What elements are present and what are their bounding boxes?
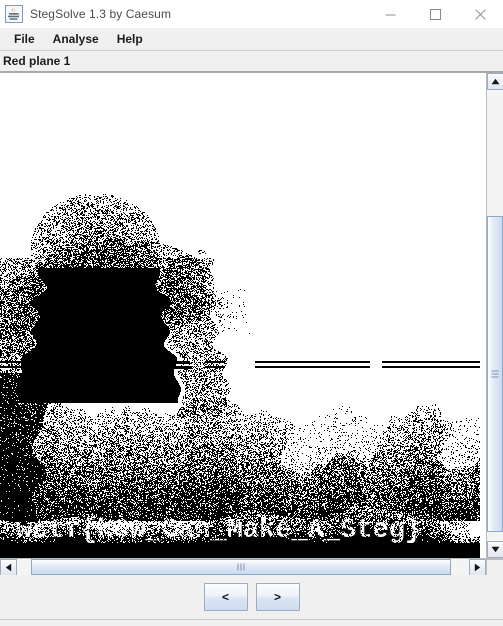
status-strip bbox=[0, 620, 503, 626]
triangle-left-icon bbox=[5, 563, 12, 572]
menu-analyse[interactable]: Analyse bbox=[44, 30, 108, 49]
minimize-button[interactable] bbox=[368, 0, 413, 28]
triangle-down-icon bbox=[491, 546, 500, 553]
bitplane-image bbox=[0, 73, 480, 558]
scrollbar-corner bbox=[486, 559, 503, 575]
vertical-scroll-track[interactable] bbox=[487, 90, 503, 541]
scroll-right-button[interactable] bbox=[469, 559, 486, 575]
horizontal-scrollbar[interactable] bbox=[0, 558, 503, 575]
menu-file[interactable]: File bbox=[5, 30, 44, 49]
plane-label-bar: Red plane 1 bbox=[0, 51, 503, 72]
window-title: StegSolve 1.3 by Caesum bbox=[30, 7, 172, 21]
menu-help[interactable]: Help bbox=[108, 30, 152, 49]
triangle-up-icon bbox=[491, 78, 500, 85]
scroll-down-button[interactable] bbox=[487, 541, 503, 558]
vertical-thumb-grip bbox=[491, 370, 499, 379]
stegsolve-window: StegSolve 1.3 by Caesum File Analyse Hel… bbox=[0, 0, 503, 626]
image-scroll-pane bbox=[0, 72, 503, 575]
minimize-icon bbox=[385, 14, 396, 15]
scroll-left-button[interactable] bbox=[0, 559, 17, 575]
triangle-right-icon bbox=[474, 563, 481, 572]
image-viewport[interactable] bbox=[0, 73, 486, 558]
title-bar: StegSolve 1.3 by Caesum bbox=[0, 0, 503, 28]
previous-plane-button[interactable]: < bbox=[203, 583, 248, 611]
horizontal-scroll-track[interactable] bbox=[17, 559, 469, 575]
menu-bar: File Analyse Help bbox=[0, 28, 503, 51]
horizontal-scroll-thumb[interactable] bbox=[30, 559, 451, 575]
window-controls bbox=[368, 0, 503, 28]
next-plane-button[interactable]: > bbox=[255, 583, 300, 611]
close-icon bbox=[475, 8, 486, 20]
maximize-button[interactable] bbox=[413, 0, 458, 28]
plane-navigation-bar: < > bbox=[0, 575, 503, 620]
maximize-icon bbox=[430, 8, 441, 20]
vertical-scroll-thumb[interactable] bbox=[487, 216, 503, 532]
scroll-up-button[interactable] bbox=[487, 73, 503, 90]
current-plane-label: Red plane 1 bbox=[3, 54, 71, 68]
vertical-scrollbar[interactable] bbox=[486, 73, 503, 558]
java-coffee-cup-icon bbox=[5, 5, 23, 23]
horizontal-thumb-grip bbox=[236, 563, 245, 571]
close-button[interactable] bbox=[458, 0, 503, 28]
